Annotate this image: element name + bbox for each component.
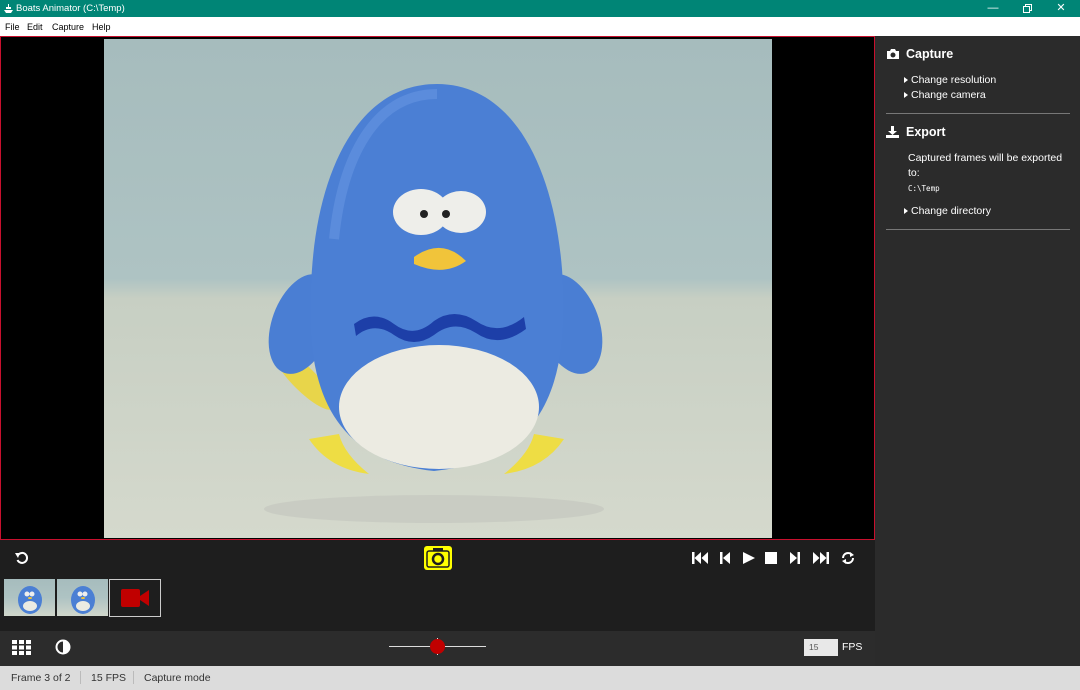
previous-frame-icon[interactable] xyxy=(720,551,730,565)
menu-capture[interactable]: Capture xyxy=(52,22,84,32)
export-heading-label: Export xyxy=(906,125,946,139)
close-button[interactable]: ✕ xyxy=(1044,0,1078,17)
capture-heading-label: Capture xyxy=(906,47,954,61)
title-bar: Boats Animator (C:\Temp) — ✕ xyxy=(0,0,1080,17)
change-camera-link[interactable]: Change camera xyxy=(904,89,986,101)
live-view-thumbnail[interactable] xyxy=(109,579,161,617)
status-frame-count: Frame 3 of 2 xyxy=(11,672,71,684)
status-fps: 15 FPS xyxy=(91,672,127,684)
onion-skin-slider-handle[interactable] xyxy=(430,639,445,654)
video-camera-icon xyxy=(121,589,149,607)
sidebar-divider xyxy=(886,229,1070,230)
loop-icon[interactable] xyxy=(841,551,855,565)
sidebar-divider xyxy=(886,113,1070,114)
frame-thumbnail[interactable] xyxy=(57,579,108,616)
fps-label: FPS xyxy=(842,641,863,653)
restore-icon xyxy=(1022,4,1032,13)
last-frame-icon[interactable] xyxy=(813,551,829,565)
status-separator xyxy=(80,671,81,684)
export-section-heading: Export xyxy=(886,125,946,139)
fps-input[interactable]: 15 xyxy=(804,639,838,656)
play-icon[interactable] xyxy=(743,551,755,565)
change-directory-link[interactable]: Change directory xyxy=(904,205,991,217)
undo-icon[interactable] xyxy=(15,551,29,565)
minimize-button[interactable]: — xyxy=(976,0,1010,17)
camera-preview[interactable] xyxy=(0,36,875,540)
capture-frame-button[interactable] xyxy=(424,546,452,570)
frame-thumbnail-image xyxy=(71,586,95,614)
export-path: C:\Temp xyxy=(908,184,940,193)
boat-icon xyxy=(4,4,13,13)
status-bar: Frame 3 of 2 15 FPS Capture mode xyxy=(0,666,1080,690)
restore-button[interactable] xyxy=(1010,0,1044,17)
menu-file[interactable]: File xyxy=(5,22,20,32)
grid-icon[interactable] xyxy=(12,640,32,655)
stop-icon[interactable] xyxy=(765,552,777,564)
frame-thumbnail-image xyxy=(18,586,42,614)
first-frame-icon[interactable] xyxy=(692,551,708,565)
change-resolution-link[interactable]: Change resolution xyxy=(903,74,996,86)
penguin-figure-image xyxy=(264,84,604,523)
live-camera-image xyxy=(104,39,772,538)
menu-bar: File Edit Capture Help xyxy=(0,17,1080,36)
onion-skin-icon[interactable] xyxy=(55,639,71,655)
capture-section-heading: Capture xyxy=(886,47,953,61)
menu-edit[interactable]: Edit xyxy=(27,22,43,32)
camera-icon xyxy=(426,548,450,568)
camera-icon xyxy=(887,49,899,59)
export-description: Captured frames will be exported to: xyxy=(908,152,1063,179)
status-mode: Capture mode xyxy=(144,672,211,684)
status-separator xyxy=(133,671,134,684)
download-icon xyxy=(886,126,899,138)
frame-thumbnail[interactable] xyxy=(4,579,55,616)
menu-help[interactable]: Help xyxy=(92,22,111,32)
next-frame-icon[interactable] xyxy=(790,551,800,565)
sidebar: Capture Change resolution Change camera … xyxy=(875,36,1080,666)
window-title: Boats Animator (C:\Temp) xyxy=(16,3,125,14)
